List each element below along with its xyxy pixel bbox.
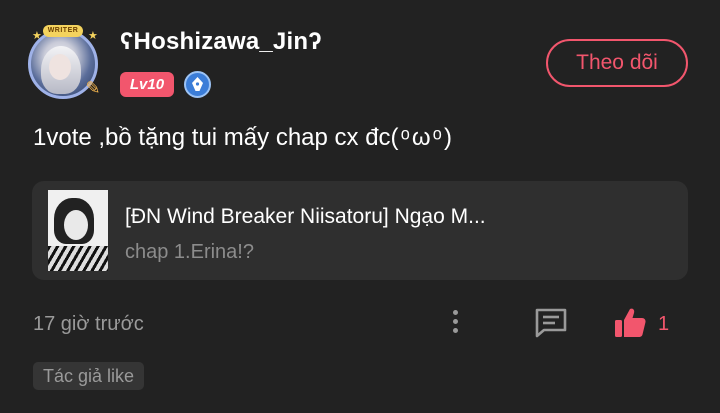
author-like-tag: Tác giả like — [33, 362, 145, 390]
timestamp: 17 giờ trước — [33, 313, 144, 335]
username[interactable]: ʕHoshizawa_Jinʔ — [120, 28, 322, 56]
comment-text: 1vote ,bồ tặng tui mấy chap cx đc(‎ ͦ ‎ω… — [33, 124, 452, 151]
story-cover — [48, 190, 108, 271]
avatar-face — [49, 54, 71, 80]
cover-art — [48, 246, 108, 271]
avatar[interactable]: WRITER ★ ★ ✎ — [26, 25, 102, 101]
like-count: 1 — [658, 313, 670, 335]
more-vertical-icon[interactable] — [446, 306, 464, 340]
level-badge: Lv10 — [120, 72, 174, 97]
cover-art — [64, 210, 88, 240]
thumbs-up-icon[interactable] — [612, 305, 648, 341]
follow-button[interactable]: Theo dõi — [546, 39, 688, 87]
star-icon: ★ — [88, 30, 98, 42]
writer-badge: WRITER — [43, 25, 83, 37]
story-chapter: chap 1.Erina!? — [125, 241, 254, 263]
comment-icon[interactable] — [533, 306, 569, 340]
pen-nib-icon — [184, 71, 211, 98]
star-icon: ★ — [32, 30, 42, 42]
story-title: [ĐN Wind Breaker Niisatoru] Ngạo M... — [125, 205, 486, 228]
pencil-icon: ✎ — [85, 78, 101, 98]
story-card[interactable]: [ĐN Wind Breaker Niisatoru] Ngạo M... ch… — [32, 181, 688, 280]
